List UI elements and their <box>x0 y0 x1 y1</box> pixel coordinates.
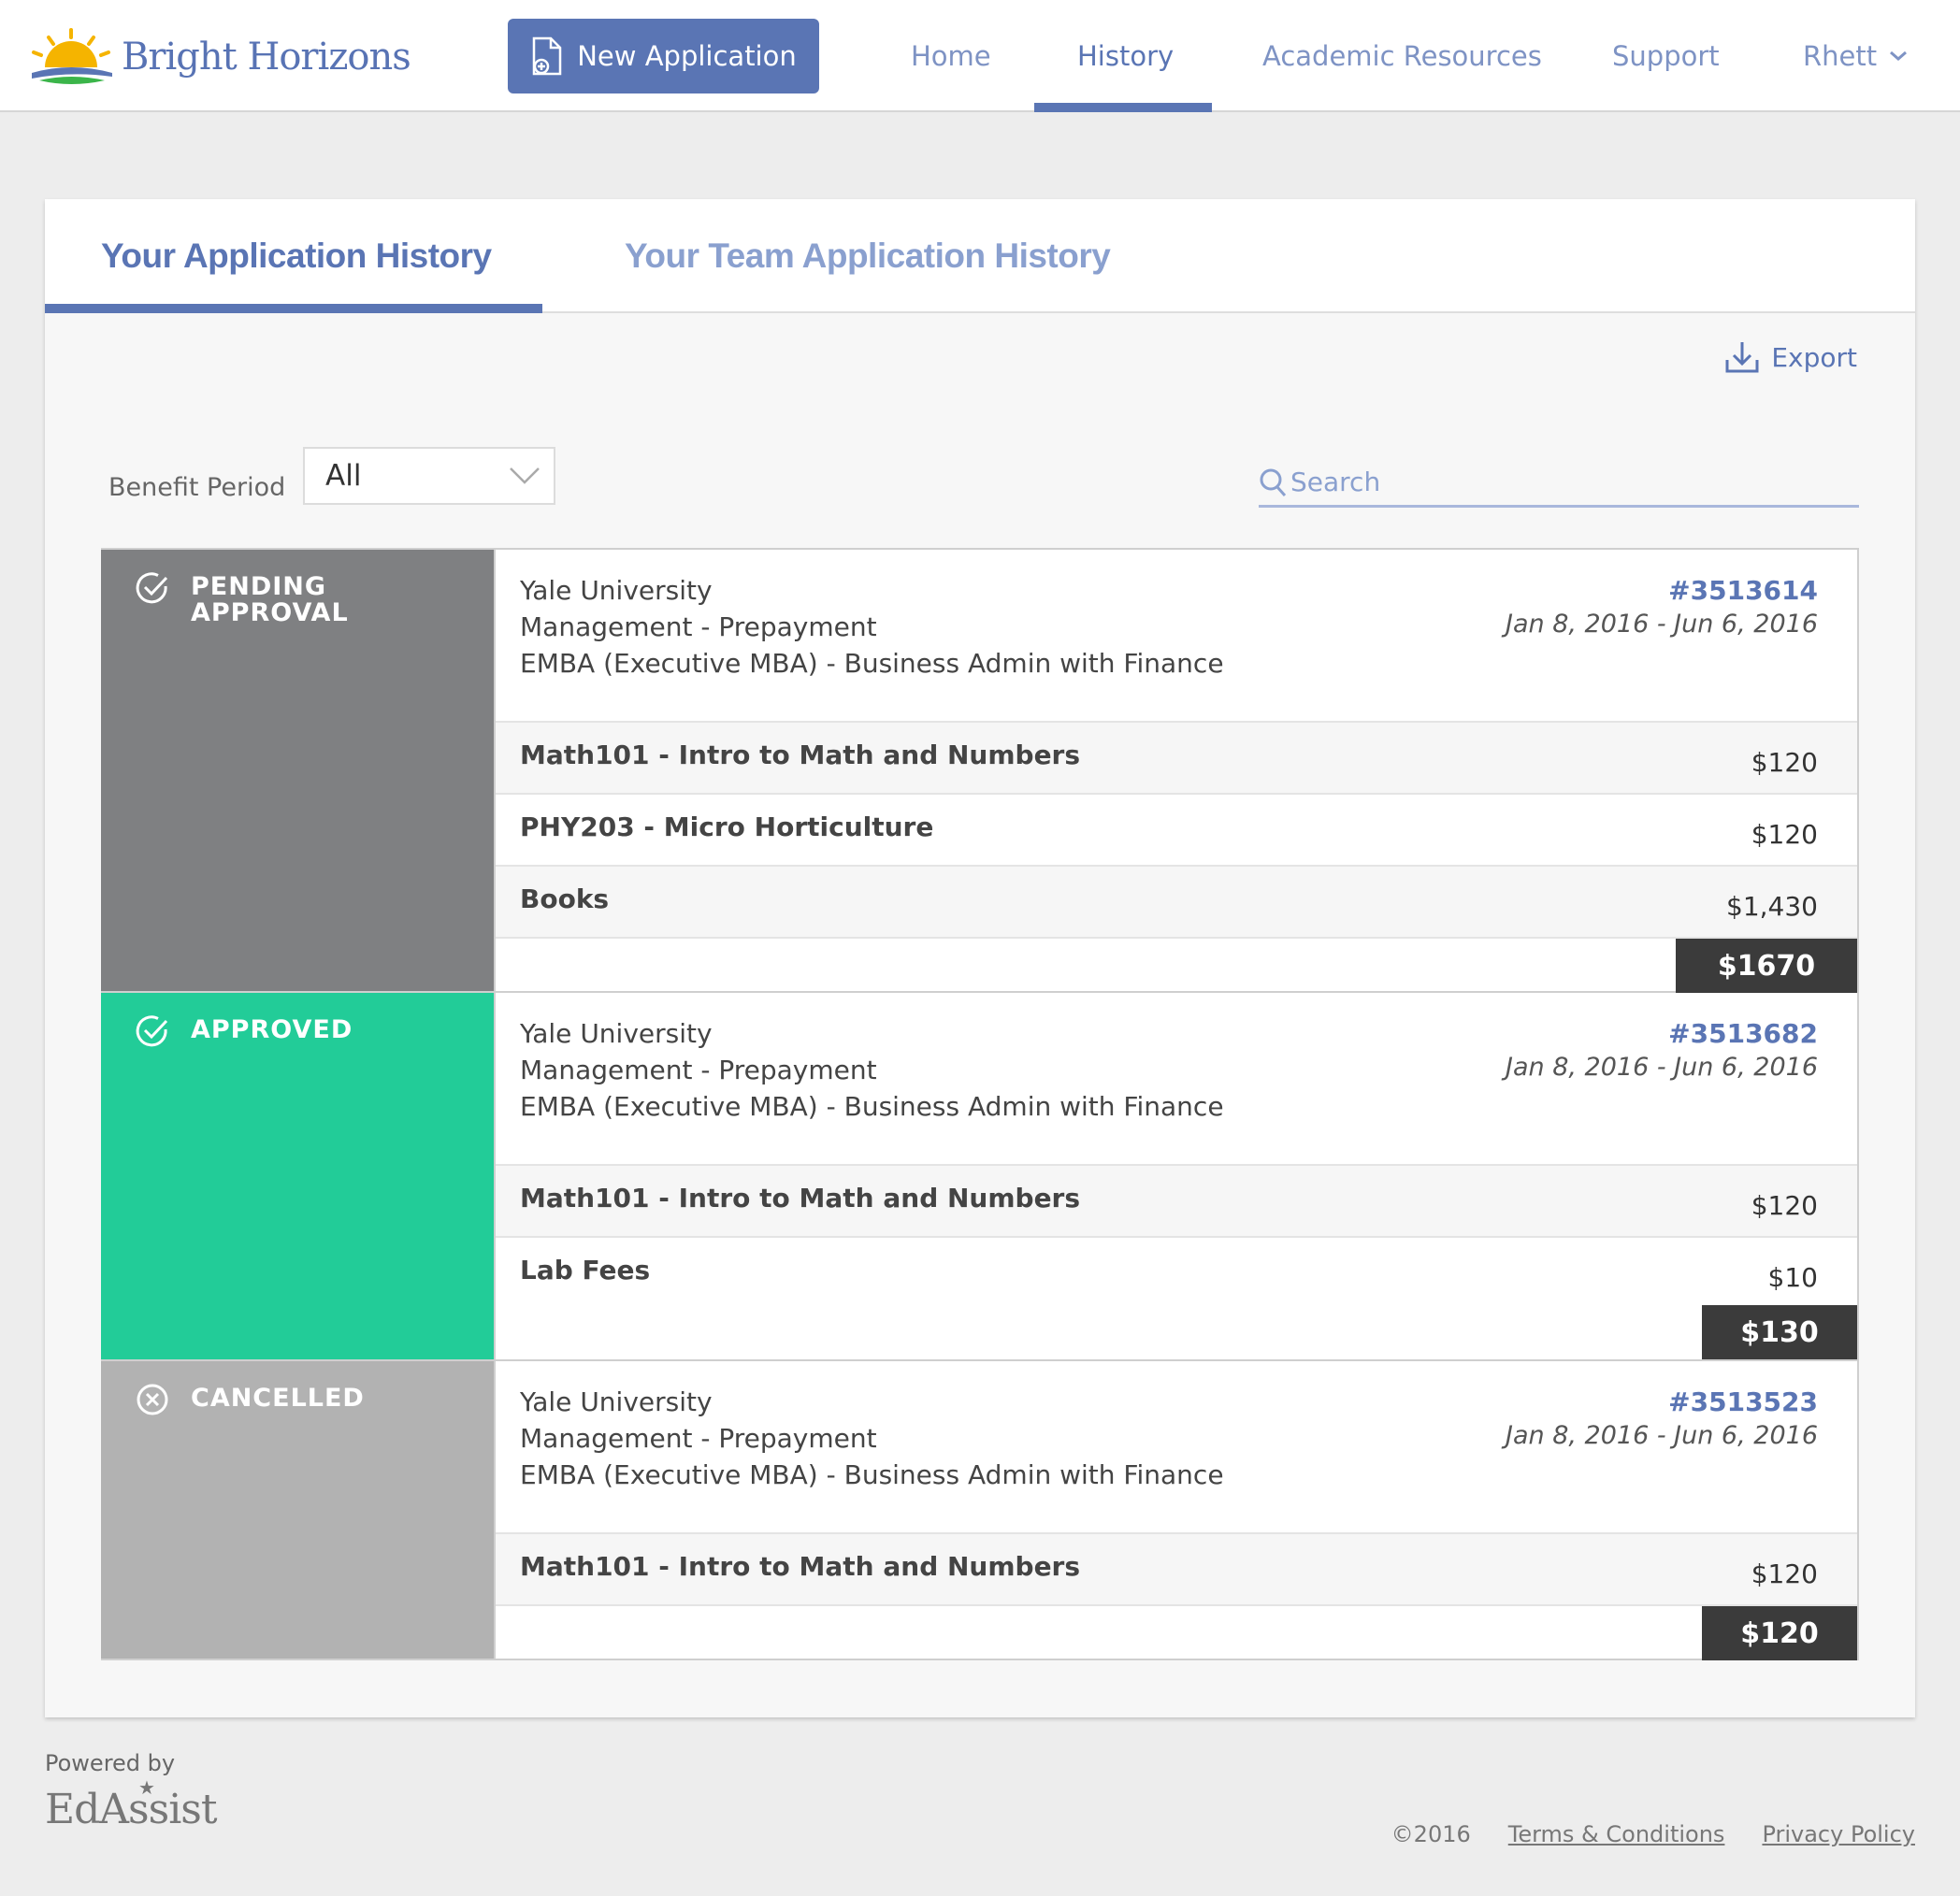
export-label: Export <box>1771 341 1857 373</box>
total-amount: $120 <box>1702 1606 1857 1660</box>
benefit-period-label: Benefit Period <box>108 472 286 502</box>
application-id-link[interactable]: #3513614 <box>1668 572 1818 609</box>
status-pending-approval: PENDING APPROVAL <box>101 550 494 991</box>
check-circle-icon <box>136 1015 168 1047</box>
applications-list: PENDING APPROVAL Yale University Managem… <box>101 548 1859 1660</box>
status-approved: APPROVED <box>101 993 494 1359</box>
user-menu[interactable]: Rhett <box>1803 0 1909 112</box>
application-info: Yale University Management - Prepayment … <box>496 993 1857 1164</box>
export-button[interactable]: Export <box>1724 339 1857 375</box>
benefit-period-value: All <box>325 459 362 493</box>
application-details: Yale University Management - Prepayment … <box>494 1361 1857 1660</box>
total-row: $120 <box>496 1604 1857 1660</box>
application-details: Yale University Management - Prepayment … <box>494 993 1857 1359</box>
application-details: Yale University Management - Prepayment … <box>494 550 1857 993</box>
application-dates: Jan 8, 2016 - Jun 6, 2016 <box>1506 1421 1818 1450</box>
tab-active-indicator <box>45 304 542 313</box>
logo-text: Bright Horizons <box>122 36 411 79</box>
line-item-amount: $1,430 <box>1726 891 1818 922</box>
search-placeholder: Search <box>1290 467 1381 497</box>
powered-by-label: Powered by <box>45 1750 176 1776</box>
application-dates: Jan 8, 2016 - Jun 6, 2016 <box>1506 1053 1818 1082</box>
total-row: $1670 <box>496 937 1857 993</box>
school-name: Yale University <box>520 1386 713 1417</box>
tab-team-application-history[interactable]: Your Team Application History <box>625 199 1111 313</box>
line-item: PHY203 - Micro Horticulture $120 <box>496 793 1857 865</box>
line-item: Math101 - Intro to Math and Numbers $120 <box>496 721 1857 793</box>
user-name: Rhett <box>1803 40 1878 72</box>
cancel-circle-icon <box>137 1384 168 1415</box>
status-label: APPROVED <box>191 1015 353 1044</box>
download-icon <box>1725 342 1759 373</box>
search-input[interactable]: Search <box>1259 459 1859 508</box>
status-label: CANCELLED <box>191 1384 365 1413</box>
line-item-name: Math101 - Intro to Math and Numbers <box>520 740 1081 770</box>
line-item-name: PHY203 - Micro Horticulture <box>520 812 934 842</box>
line-item: Books $1,430 <box>496 865 1857 937</box>
total-amount: $1670 <box>1676 939 1857 993</box>
application-info: Yale University Management - Prepayment … <box>496 1361 1857 1532</box>
application-row[interactable]: PENDING APPROVAL Yale University Managem… <box>101 550 1857 993</box>
chevron-down-icon <box>510 467 540 484</box>
footer-links: ©2016 Terms & Conditions Privacy Policy <box>1354 1821 1915 1847</box>
line-item-amount: $10 <box>1767 1262 1818 1293</box>
line-item-name: Math101 - Intro to Math and Numbers <box>520 1183 1081 1214</box>
line-item-amount: $120 <box>1751 1558 1818 1589</box>
status-label-line2: APPROVAL <box>191 598 349 627</box>
edassist-logo-text: EdAssist <box>45 1786 218 1833</box>
nav-history[interactable]: History <box>1077 0 1174 112</box>
line-item-name: Lab Fees <box>520 1255 651 1286</box>
school-name: Yale University <box>520 1018 713 1049</box>
edassist-logo: EdAssist ★ <box>45 1776 218 1833</box>
nav-academic-resources[interactable]: Academic Resources <box>1262 0 1542 112</box>
line-item: Lab Fees $10 $130 <box>496 1236 1857 1359</box>
tab-your-application-history[interactable]: Your Application History <box>101 199 492 313</box>
application-dates: Jan 8, 2016 - Jun 6, 2016 <box>1506 610 1818 639</box>
line-item-amount: $120 <box>1751 747 1818 778</box>
line-item: Math101 - Intro to Math and Numbers $120 <box>496 1532 1857 1604</box>
check-circle-icon <box>136 572 168 604</box>
new-application-label: New Application <box>577 40 797 72</box>
program-name: EMBA (Executive MBA) - Business Admin wi… <box>520 1459 1224 1490</box>
status-label: PENDING <box>191 572 327 601</box>
application-row[interactable]: APPROVED Yale University Management - Pr… <box>101 993 1857 1361</box>
terms-link[interactable]: Terms & Conditions <box>1508 1821 1725 1847</box>
line-item: Math101 - Intro to Math and Numbers $120 <box>496 1164 1857 1236</box>
nav-home[interactable]: Home <box>911 0 991 112</box>
search-icon <box>1260 468 1287 496</box>
total-amount: $130 <box>1702 1305 1857 1359</box>
school-name: Yale University <box>520 575 713 606</box>
line-item-amount: $120 <box>1751 819 1818 850</box>
application-id-link[interactable]: #3513682 <box>1668 1015 1818 1052</box>
status-cancelled: CANCELLED <box>101 1361 494 1659</box>
bright-horizons-logo[interactable]: Bright Horizons <box>26 24 411 90</box>
new-document-icon <box>532 36 562 76</box>
line-item-name: Math101 - Intro to Math and Numbers <box>520 1551 1081 1582</box>
sun-logo-icon <box>32 28 112 84</box>
application-info: Yale University Management - Prepayment … <box>496 550 1857 721</box>
application-id-link[interactable]: #3513523 <box>1668 1384 1818 1420</box>
line-item-name: Books <box>520 883 610 914</box>
application-row[interactable]: CANCELLED Yale University Management - P… <box>101 1361 1857 1660</box>
program-name: EMBA (Executive MBA) - Business Admin wi… <box>520 1091 1224 1122</box>
star-icon: ★ <box>138 1776 155 1799</box>
nav-active-indicator <box>1034 103 1212 112</box>
privacy-link[interactable]: Privacy Policy <box>1762 1821 1915 1847</box>
application-history-card: Your Application History Your Team Appli… <box>45 199 1915 1717</box>
top-navigation-bar: Bright Horizons New Application Home His… <box>0 0 1960 112</box>
nav-support[interactable]: Support <box>1612 0 1720 112</box>
copyright: ©2016 <box>1391 1821 1471 1847</box>
benefit-period-select[interactable]: All <box>303 447 555 505</box>
new-application-button[interactable]: New Application <box>508 19 819 93</box>
program-name: EMBA (Executive MBA) - Business Admin wi… <box>520 648 1224 679</box>
chevron-down-icon <box>1890 50 1908 61</box>
line-item-amount: $120 <box>1751 1190 1818 1221</box>
history-tabs: Your Application History Your Team Appli… <box>45 199 1915 313</box>
